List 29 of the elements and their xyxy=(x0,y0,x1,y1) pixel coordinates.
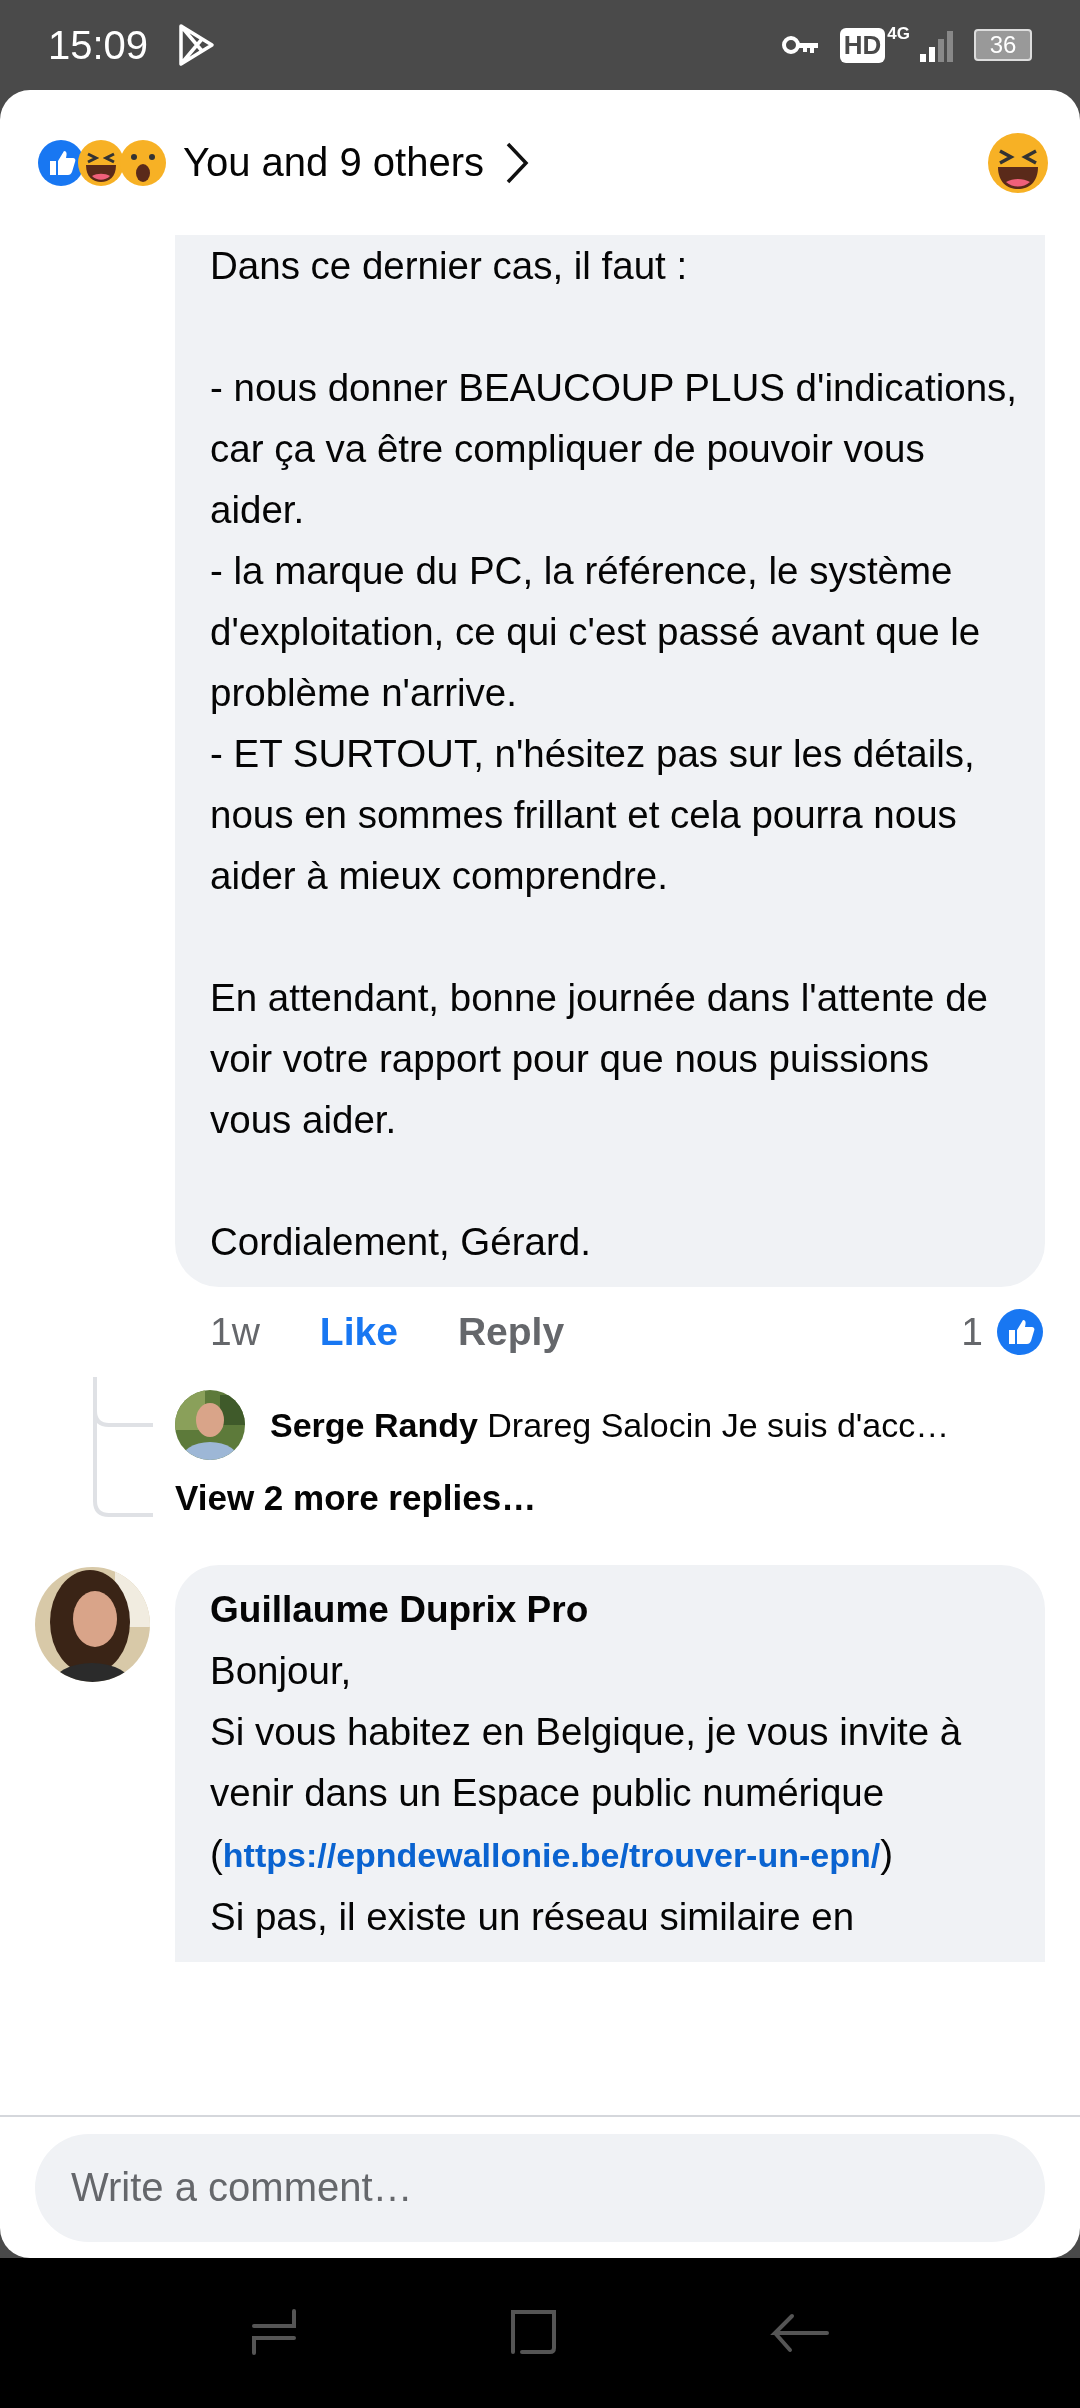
comment-text: Dans ce dernier cas, il faut : xyxy=(210,243,689,289)
battery-indicator: 36 xyxy=(974,29,1032,61)
reply-text[interactable]: Serge Randy Drareg Salocin Je suis d'acc… xyxy=(270,1405,950,1445)
hd-badge: HD xyxy=(839,27,886,63)
comment-time: 1w xyxy=(210,1310,260,1354)
network-type: 4G xyxy=(887,24,910,44)
like-icon xyxy=(995,1307,1045,1357)
status-time: 15:09 xyxy=(48,22,149,68)
comment-text: Si vous habitez en Belgique, je vous invite à venir dans un Espace public numérique (https://epndewallonie.be/trouver-un-epn/) xyxy=(210,1709,963,1877)
comment-text: - ET SURTOUT, n'hésitez pas sur les détails, nous en sommes frillant et cela pourra nous aider à mieux comprendre. xyxy=(210,731,976,899)
chevron-right-icon[interactable] xyxy=(504,140,530,185)
comment-text: En attendant, bonne journée dans l'attente de voir votre rapport pour que nous puissions vous aider. xyxy=(210,975,989,1143)
reactions-summary[interactable]: You and 9 others xyxy=(183,140,484,185)
comment-link[interactable]: https://epndewallonie.be/trouver-un-epn/ xyxy=(222,1836,881,1874)
comment-text: Si pas, il existe un réseau similaire en xyxy=(210,1894,856,1940)
comment-input-field[interactable]: Write a comment… xyxy=(35,2133,1045,2242)
reply-link[interactable]: Reply xyxy=(457,1310,565,1354)
comment-text: - la marque du PC, la référence, le système d'exploitation, ce qui c'est passé avant que le problème n'arrive. xyxy=(210,548,982,716)
comment-text: - nous donner BEAUCOUP PLUS d'indications, car ça va être compliquer de pouvoir vous aider. xyxy=(210,365,1017,533)
view-more-replies-link[interactable]: View 2 more replies… xyxy=(175,1473,1080,1523)
like-count: 1 xyxy=(961,1310,983,1354)
signal-icon xyxy=(920,28,954,62)
comment-text: Cordialement, Gérard. xyxy=(210,1219,592,1265)
comment-text: Bonjour, xyxy=(210,1648,353,1694)
laughing-emoji-icon[interactable] xyxy=(986,130,1050,195)
comment-author[interactable]: Guillaume Duprix Pro xyxy=(210,1579,1017,1640)
key-icon xyxy=(781,34,820,56)
like-link[interactable]: Like xyxy=(319,1310,398,1354)
play-triangle-icon xyxy=(176,23,217,67)
